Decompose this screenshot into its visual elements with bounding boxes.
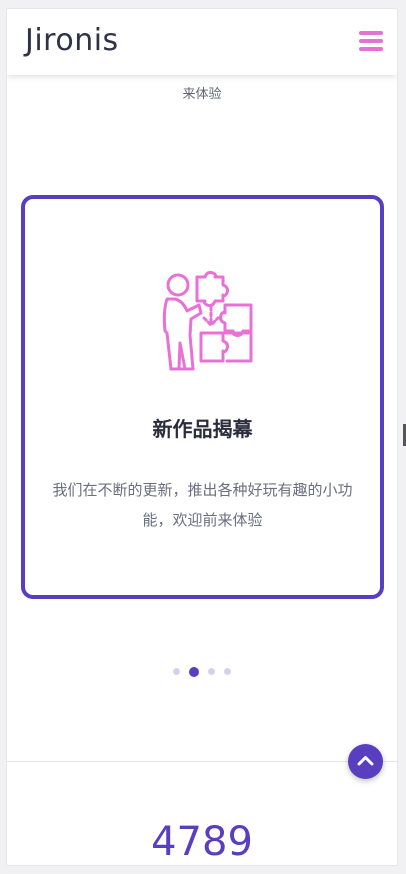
site-header: Jironis xyxy=(7,9,397,75)
carousel-dot-2[interactable] xyxy=(188,666,199,677)
chevron-up-icon xyxy=(357,756,374,766)
carousel-dots xyxy=(7,661,397,680)
feature-card: 新作品揭幕 我们在不断的更新，推出各种好玩有趣的小功能，欢迎前来体验 xyxy=(21,195,384,599)
page-frame: Jironis 来体验 新作品揭幕 我们在不断的更新，推出各种好玩有趣的小功能，… xyxy=(6,8,398,866)
carousel-dot-3[interactable] xyxy=(208,668,216,675)
carousel-dot-4[interactable] xyxy=(224,668,232,675)
carousel-dot-1[interactable] xyxy=(172,668,180,675)
card-title: 新作品揭幕 xyxy=(152,417,253,441)
brand-logo[interactable]: Jironis xyxy=(25,23,119,58)
back-to-top-button[interactable] xyxy=(348,744,383,779)
section-divider xyxy=(7,761,397,762)
hamburger-icon[interactable] xyxy=(359,31,383,53)
stat-counter: 4789 xyxy=(151,819,253,865)
puzzle-person-icon xyxy=(157,271,257,371)
previous-slide-text: 来体验 xyxy=(182,87,222,102)
card-description: 我们在不断的更新，推出各种好玩有趣的小功能，欢迎前来体验 xyxy=(52,481,353,529)
